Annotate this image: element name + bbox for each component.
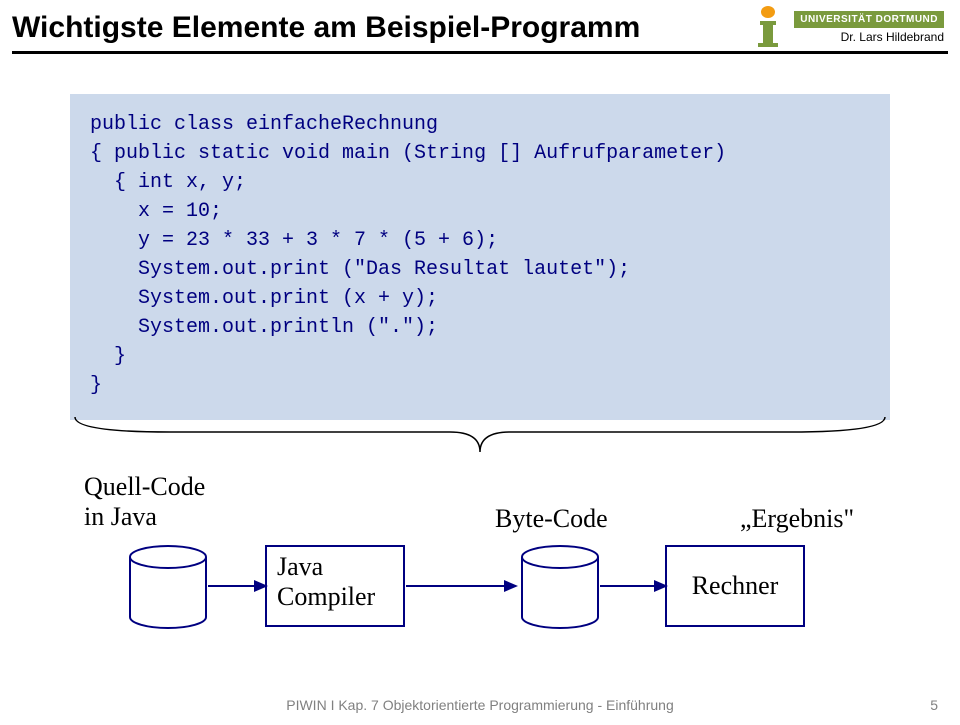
arrow-line — [208, 585, 256, 587]
cylinder-icon — [520, 545, 600, 630]
university-name: UNIVERSITÄT DORTMUND — [794, 11, 944, 28]
code-line: System.out.print ("Das Resultat lautet")… — [90, 258, 630, 281]
slide-header: Wichtigste Elemente am Beispiel-Programm… — [0, 0, 960, 49]
cylinder-icon — [128, 545, 208, 630]
source-code-label: Quell-Code in Java — [84, 472, 205, 532]
code-line: } — [90, 374, 102, 397]
compiler-box: Java Compiler — [265, 545, 405, 627]
arrow-head-icon — [504, 580, 518, 592]
code-line: { int x, y; — [90, 171, 246, 194]
page-number: 5 — [930, 697, 938, 713]
code-line: x = 10; — [90, 200, 222, 223]
arrow-line — [600, 585, 656, 587]
code-line: System.out.print (x + y); — [90, 287, 438, 310]
code-line: y = 23 * 33 + 3 * 7 * (5 + 6); — [90, 229, 498, 252]
computer-box: Rechner — [665, 545, 805, 627]
byte-code-label: Byte-Code — [495, 504, 608, 534]
header-branding: UNIVERSITÄT DORTMUND Dr. Lars Hildebrand — [750, 5, 944, 49]
code-line: public class einfacheRechnung — [90, 113, 438, 136]
author-name: Dr. Lars Hildebrand — [794, 30, 944, 44]
code-line: { public static void main (String [] Auf… — [90, 142, 726, 165]
information-i-icon — [750, 5, 786, 49]
code-example: public class einfacheRechnung { public s… — [70, 94, 890, 420]
university-logo: UNIVERSITÄT DORTMUND Dr. Lars Hildebrand — [794, 11, 944, 44]
header-divider — [12, 51, 948, 54]
code-line: } — [90, 345, 126, 368]
page-title: Wichtigste Elemente am Beispiel-Programm — [12, 5, 750, 45]
result-label: „Ergebnis" — [740, 504, 854, 534]
compilation-diagram: Quell-Code in Java Byte-Code „Ergebnis" … — [70, 420, 890, 660]
arrow-line — [406, 585, 506, 587]
slide-footer: PIWIN I Kap. 7 Objektorientierte Program… — [0, 697, 960, 713]
code-line: System.out.println ("."); — [90, 316, 438, 339]
curly-brace-icon — [70, 412, 890, 462]
